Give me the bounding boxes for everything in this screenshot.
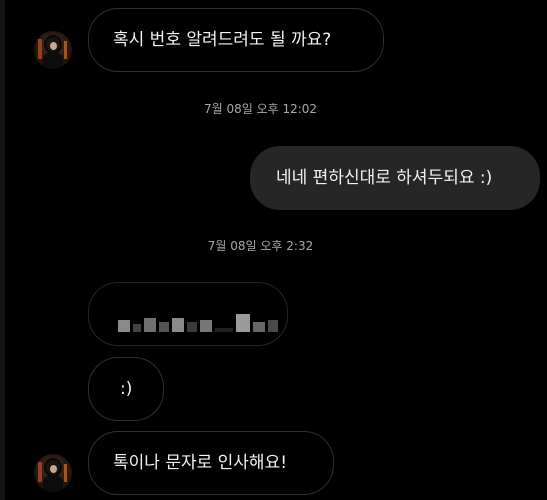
redacted-content [118,310,278,332]
timestamp: 7월 08일 오후 2:32 [207,239,314,253]
message-text: 혹시 번호 알려드려도 될 까요? [113,29,332,50]
message-incoming[interactable]: 톡이나 문자로 인사해요! [88,431,334,495]
contact-avatar[interactable] [34,454,72,492]
message-incoming[interactable]: :) [88,357,164,421]
message-outgoing[interactable]: 네네 편하신대로 하셔두되요 :) [250,146,540,210]
message-text: 네네 편하신대로 하셔두되요 :) [276,167,493,188]
message-incoming[interactable]: 혹시 번호 알려드려도 될 까요? [88,8,384,72]
message-text: 톡이나 문자로 인사해요! [113,452,288,473]
contact-avatar[interactable] [34,31,72,69]
timestamp: 7월 08일 오후 12:02 [203,102,318,116]
message-text: :) [120,378,133,399]
